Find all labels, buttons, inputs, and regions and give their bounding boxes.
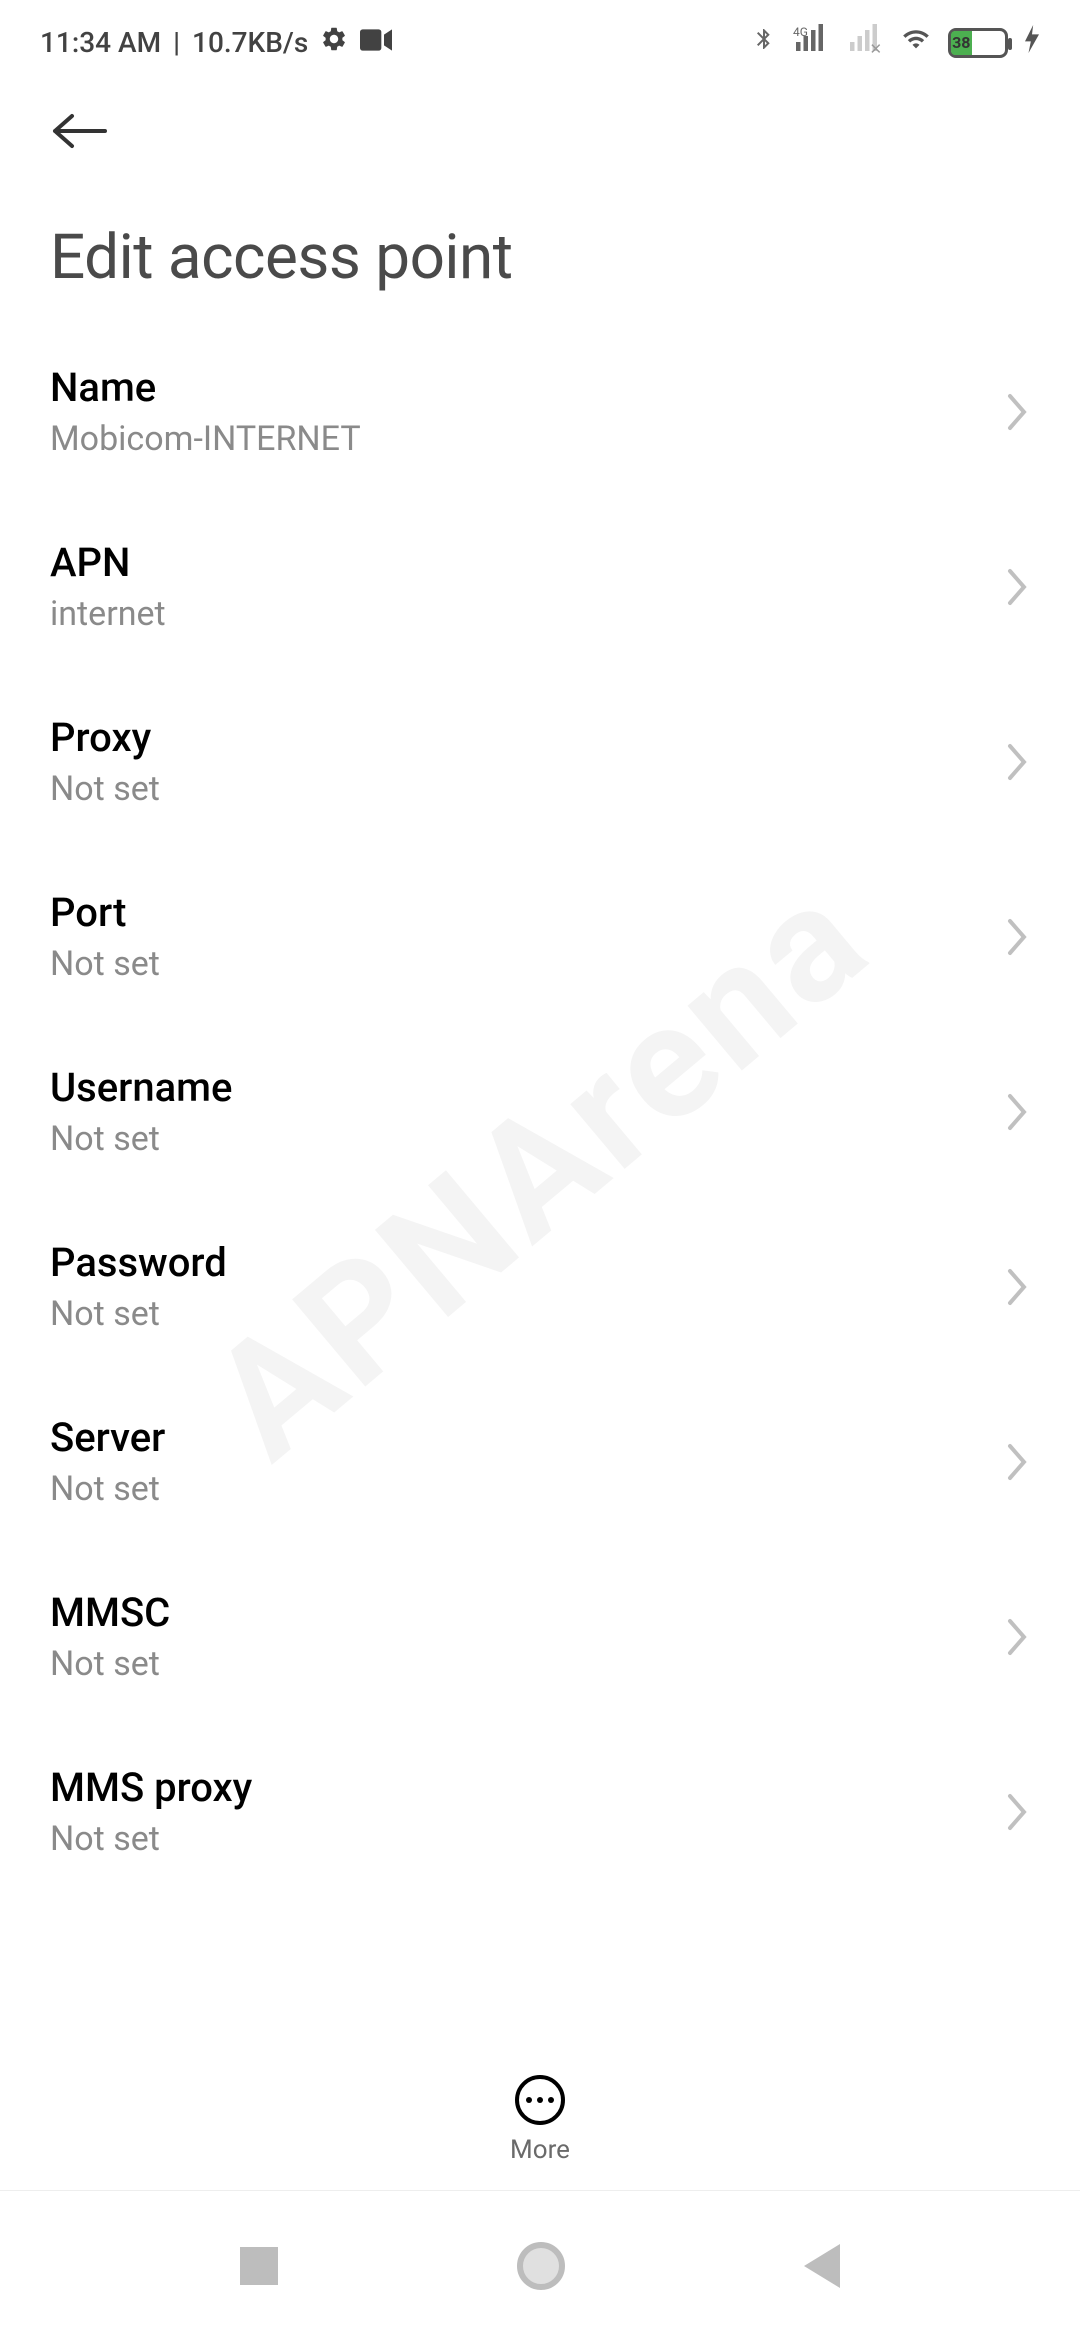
status-separator: | xyxy=(173,26,180,59)
chevron-right-icon xyxy=(1006,742,1030,782)
page-title: Edit access point xyxy=(0,171,1080,324)
setting-item-name[interactable]: Name Mobicom-INTERNET xyxy=(50,324,1030,499)
setting-value: Not set xyxy=(50,1294,1006,1334)
more-label: More xyxy=(510,2135,570,2165)
setting-label: Password xyxy=(50,1239,1006,1286)
setting-value: Not set xyxy=(50,1819,1006,1859)
nav-home-button[interactable] xyxy=(517,2242,565,2290)
dot-icon xyxy=(526,2097,532,2103)
nav-back-button[interactable] xyxy=(804,2244,840,2288)
camera-icon xyxy=(360,26,392,59)
setting-label: MMS proxy xyxy=(50,1764,1006,1811)
signal-nosim-icon: ✕ xyxy=(846,24,884,61)
setting-item-proxy[interactable]: Proxy Not set xyxy=(50,674,1030,849)
setting-value: Not set xyxy=(50,1644,1006,1684)
setting-value: Not set xyxy=(50,944,1006,984)
bottom-action-bar: More xyxy=(0,2055,1080,2165)
chevron-right-icon xyxy=(1006,392,1030,432)
setting-label: APN xyxy=(50,539,1006,586)
charging-icon xyxy=(1024,25,1040,60)
gear-icon xyxy=(320,25,348,60)
setting-value: Mobicom-INTERNET xyxy=(50,419,1006,459)
more-button[interactable] xyxy=(515,2075,565,2125)
setting-value: internet xyxy=(50,594,1006,634)
setting-label: Server xyxy=(50,1414,1006,1461)
signal-4g-icon: 4G xyxy=(792,24,830,61)
setting-item-server[interactable]: Server Not set xyxy=(50,1374,1030,1549)
chevron-right-icon xyxy=(1006,1792,1030,1832)
setting-item-username[interactable]: Username Not set xyxy=(50,1024,1030,1199)
nav-recent-button[interactable] xyxy=(240,2247,278,2285)
chevron-right-icon xyxy=(1006,1442,1030,1482)
setting-value: Not set xyxy=(50,769,1006,809)
setting-label: Username xyxy=(50,1064,1006,1111)
bluetooth-icon xyxy=(752,24,776,61)
setting-item-apn[interactable]: APN internet xyxy=(50,499,1030,674)
setting-label: Port xyxy=(50,889,1006,936)
navigation-bar xyxy=(0,2190,1080,2340)
wifi-icon xyxy=(900,25,932,60)
chevron-right-icon xyxy=(1006,1092,1030,1132)
setting-item-port[interactable]: Port Not set xyxy=(50,849,1030,1024)
setting-item-mms-proxy[interactable]: MMS proxy Not set xyxy=(50,1724,1030,1899)
setting-label: Proxy xyxy=(50,714,1006,761)
dot-icon xyxy=(548,2097,554,2103)
svg-text:✕: ✕ xyxy=(870,40,883,54)
setting-item-mmsc[interactable]: MMSC Not set xyxy=(50,1549,1030,1724)
status-speed: 10.7KB/s xyxy=(192,26,308,59)
status-bar: 11:34 AM | 10.7KB/s 4G ✕ 38 xyxy=(0,0,1080,71)
setting-label: MMSC xyxy=(50,1589,1006,1636)
setting-label: Name xyxy=(50,364,1006,411)
setting-item-password[interactable]: Password Not set xyxy=(50,1199,1030,1374)
chevron-right-icon xyxy=(1006,1267,1030,1307)
dot-icon xyxy=(537,2097,543,2103)
back-button[interactable] xyxy=(50,101,110,161)
settings-list: Name Mobicom-INTERNET APN internet Proxy… xyxy=(0,324,1080,1899)
setting-value: Not set xyxy=(50,1469,1006,1509)
battery-icon: 38 xyxy=(948,28,1008,58)
chevron-right-icon xyxy=(1006,917,1030,957)
chevron-right-icon xyxy=(1006,1617,1030,1657)
battery-level: 38 xyxy=(951,31,972,55)
setting-value: Not set xyxy=(50,1119,1006,1159)
arrow-left-icon xyxy=(50,111,110,151)
chevron-right-icon xyxy=(1006,567,1030,607)
status-time: 11:34 AM xyxy=(40,26,161,59)
